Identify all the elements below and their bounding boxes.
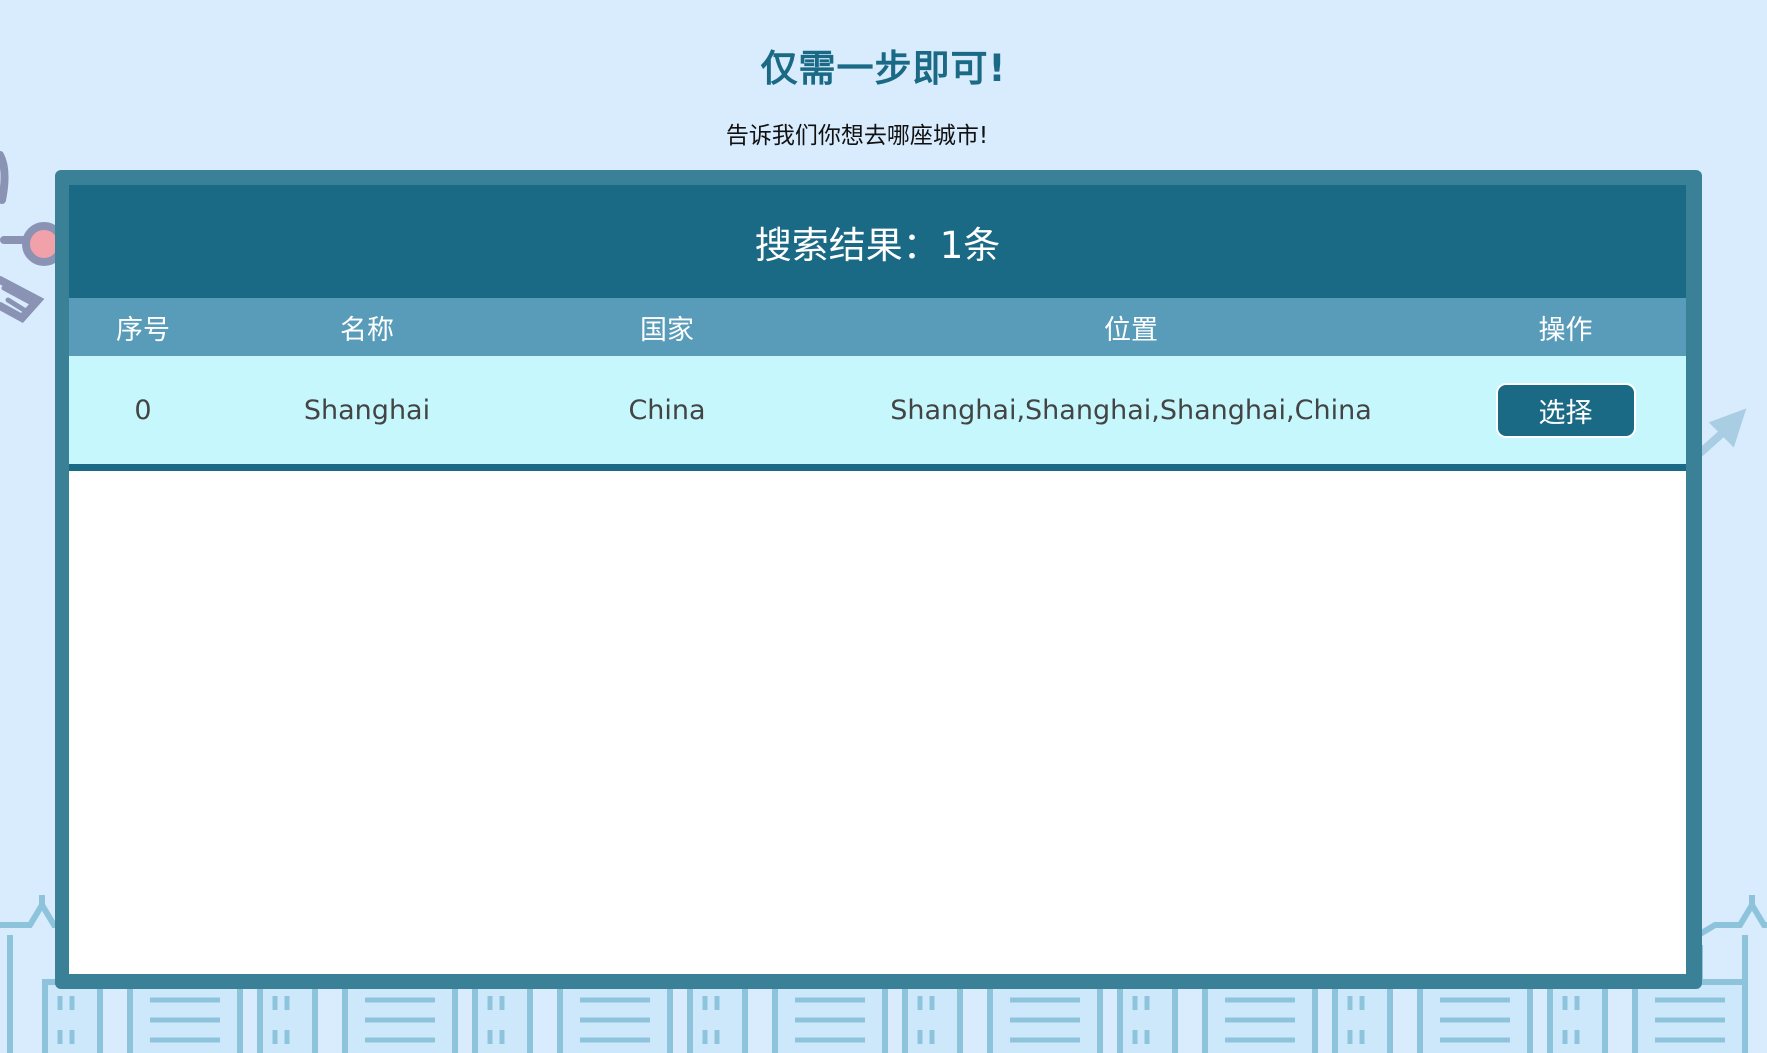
table-row: 0 Shanghai China Shanghai,Shanghai,Shang… (69, 356, 1686, 471)
results-summary: 搜索结果：1条 (69, 185, 1686, 298)
row-index: 0 (134, 394, 152, 426)
results-panel-body: 搜索结果：1条 序号 名称 国家 位置 操作 0 Shanghai China … (69, 185, 1686, 974)
column-header-name: 名称 (340, 314, 394, 346)
row-city-name: Shanghai (303, 394, 431, 426)
row-action-cell: 选择 (1445, 356, 1686, 464)
select-button[interactable]: 选择 (1495, 382, 1636, 438)
airplane-icon (0, 151, 66, 324)
page-title: 仅需一步即可! (760, 47, 1007, 90)
column-header-action: 操作 (1538, 314, 1593, 346)
results-panel: 搜索结果：1条 序号 名称 国家 位置 操作 0 Shanghai China … (55, 170, 1702, 989)
building-row (42, 979, 1748, 1053)
column-header-index: 序号 (116, 314, 170, 346)
row-country: China (628, 394, 706, 426)
page-subtitle: 告诉我们你想去哪座城市! (725, 123, 989, 149)
building-windows (57, 996, 1725, 1044)
column-header-country: 国家 (640, 314, 694, 346)
row-location: Shanghai,Shanghai,Shanghai,China (890, 394, 1372, 426)
column-header-location: 位置 (1104, 314, 1158, 346)
table-header: 序号 名称 国家 位置 操作 (69, 298, 1686, 356)
